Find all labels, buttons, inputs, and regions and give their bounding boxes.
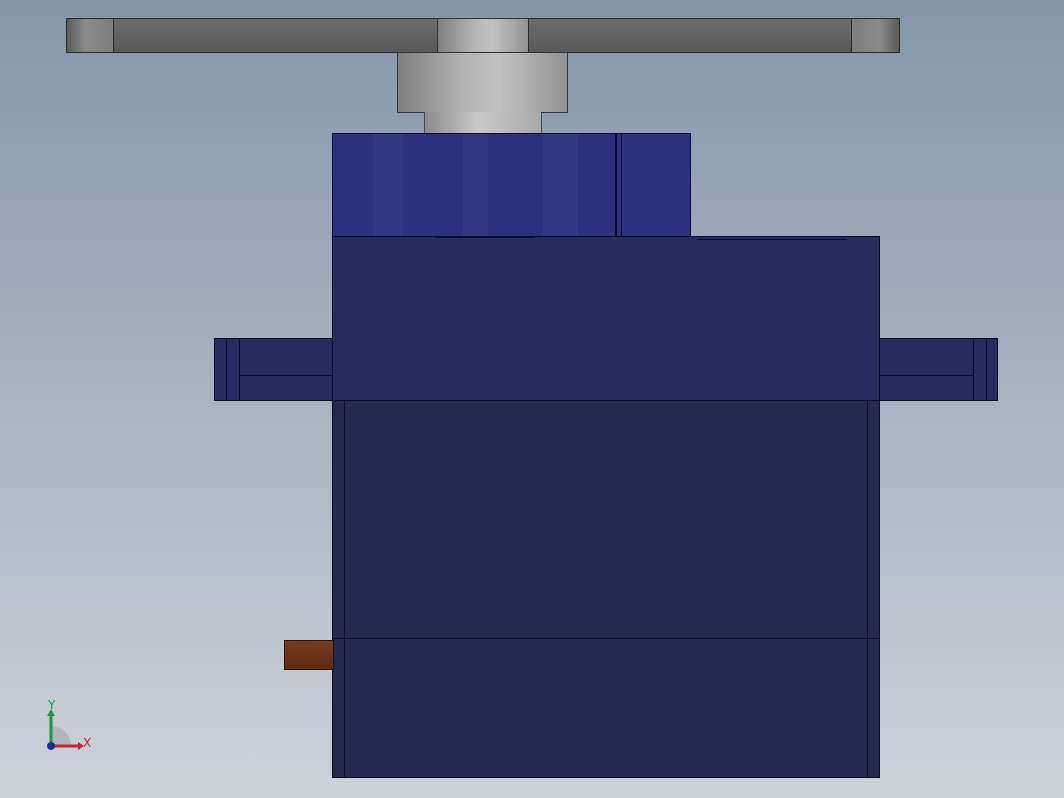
servo-cable bbox=[284, 640, 334, 670]
mounting-tab-right bbox=[877, 338, 998, 401]
horn-arm-left-tip bbox=[66, 18, 114, 53]
z-axis-dot bbox=[47, 742, 55, 750]
output-shaft bbox=[424, 112, 542, 134]
horn-arm-right bbox=[528, 18, 852, 53]
triad-quadrant bbox=[51, 726, 71, 746]
horn-hub bbox=[437, 18, 529, 53]
gear-cover-seam bbox=[615, 134, 617, 236]
x-axis-label: X bbox=[83, 736, 91, 750]
gear-cover bbox=[332, 133, 691, 237]
servo-body-upper bbox=[332, 236, 880, 402]
y-axis-label: Y bbox=[47, 698, 56, 712]
servo-body-case bbox=[332, 400, 880, 640]
mounting-tab-left bbox=[214, 338, 336, 401]
horn-arm-left bbox=[113, 18, 438, 53]
horn-arm-right-tip bbox=[851, 18, 900, 53]
gear-cover-seam-2 bbox=[621, 134, 622, 236]
horn-collar bbox=[397, 52, 568, 113]
coordinate-triad: X Y bbox=[47, 698, 91, 750]
servo-body-bottom bbox=[332, 638, 880, 778]
